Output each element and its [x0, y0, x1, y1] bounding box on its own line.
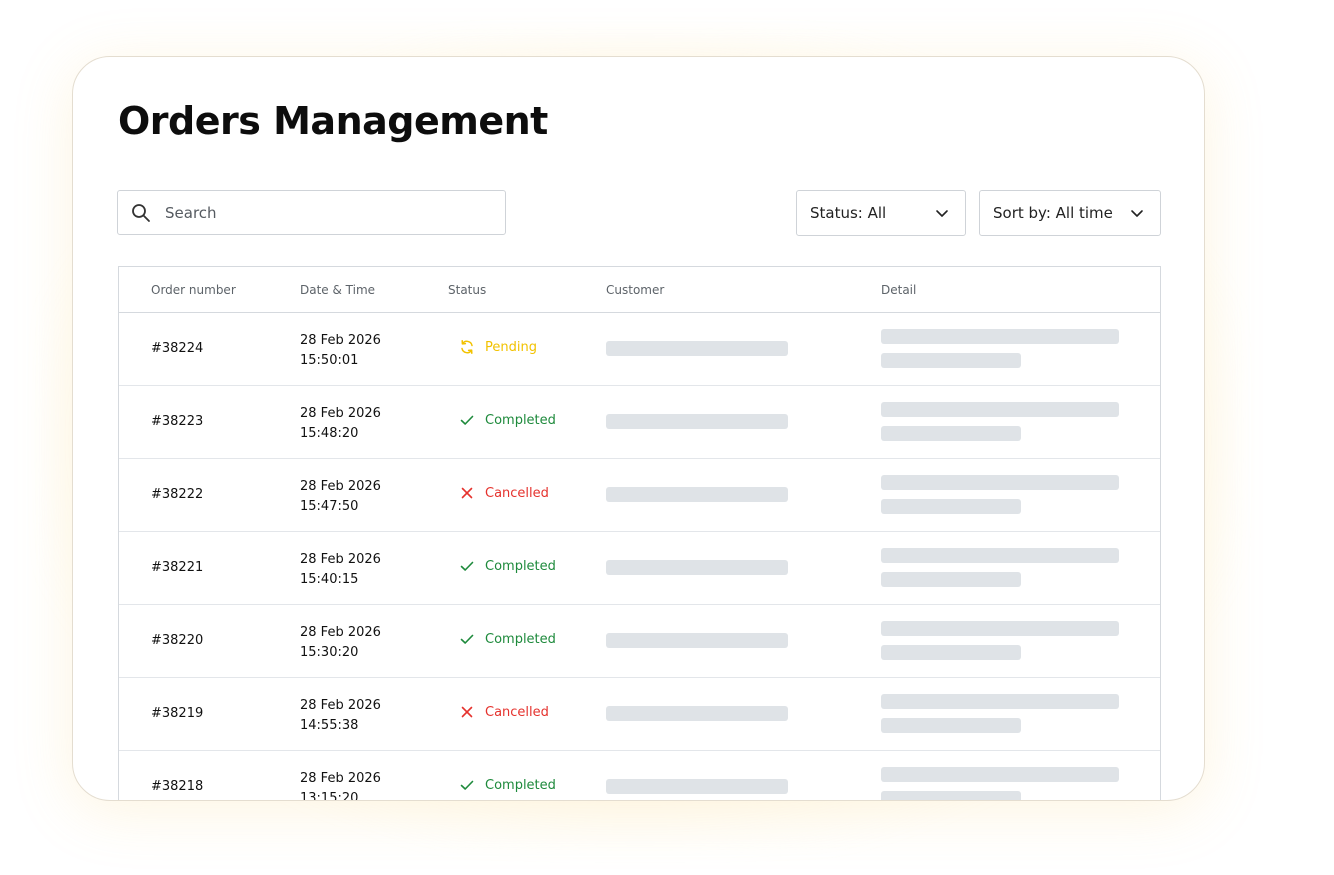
- customer-placeholder: [606, 341, 788, 356]
- customer-placeholder: [606, 633, 788, 648]
- column-header-order-number[interactable]: Order number: [151, 283, 236, 297]
- customer-placeholder: [606, 706, 788, 721]
- status-filter-dropdown[interactable]: Status: All: [796, 190, 966, 236]
- status-badge: Pending: [459, 339, 537, 355]
- order-date: 28 Feb 2026: [300, 698, 381, 713]
- sort-label: Sort by: All time: [993, 204, 1113, 222]
- column-header-detail[interactable]: Detail: [881, 283, 916, 297]
- order-number: #38223: [151, 414, 204, 429]
- detail-placeholder-line: [881, 645, 1021, 660]
- order-date: 28 Feb 2026: [300, 771, 381, 786]
- order-time: 14:55:38: [300, 718, 359, 733]
- status-filter-label: Status: All: [810, 204, 887, 222]
- column-header-customer[interactable]: Customer: [606, 283, 664, 297]
- order-time: 15:30:20: [300, 645, 359, 660]
- status-badge: Completed: [459, 631, 556, 647]
- status-badge: Completed: [459, 777, 556, 793]
- page: Orders Management Status: All Sort by: A…: [0, 0, 1334, 875]
- status-label: Completed: [485, 558, 556, 574]
- check-icon: [459, 777, 475, 793]
- column-header-date-time[interactable]: Date & Time: [300, 283, 375, 297]
- status-badge: Completed: [459, 412, 556, 428]
- order-time: 15:47:50: [300, 499, 359, 514]
- order-date: 28 Feb 2026: [300, 406, 381, 421]
- order-datetime: 28 Feb 2026 15:30:20: [300, 623, 381, 663]
- table-row[interactable]: #38222 28 Feb 2026 15:47:50 Cancelled: [119, 459, 1160, 532]
- order-datetime: 28 Feb 2026 14:55:38: [300, 696, 381, 736]
- order-datetime: 28 Feb 2026 15:50:01: [300, 331, 381, 371]
- order-datetime: 28 Feb 2026 15:40:15: [300, 550, 381, 590]
- status-label: Completed: [485, 631, 556, 647]
- customer-placeholder: [606, 414, 788, 429]
- table-row[interactable]: #38218 28 Feb 2026 13:15:20 Completed: [119, 751, 1160, 801]
- order-number: #38221: [151, 560, 204, 575]
- check-icon: [459, 558, 475, 574]
- table-row[interactable]: #38224 28 Feb 2026 15:50:01 Pending: [119, 313, 1160, 386]
- customer-placeholder: [606, 560, 788, 575]
- order-number: #38218: [151, 779, 204, 794]
- orders-card: Orders Management Status: All Sort by: A…: [72, 56, 1205, 801]
- status-badge: Cancelled: [459, 704, 549, 720]
- search-icon: [131, 203, 151, 223]
- order-date: 28 Feb 2026: [300, 625, 381, 640]
- close-icon: [459, 704, 475, 720]
- search-input[interactable]: [163, 202, 467, 223]
- order-number: #38224: [151, 341, 204, 356]
- detail-placeholder-line: [881, 694, 1119, 709]
- detail-placeholder-line: [881, 791, 1021, 800]
- order-datetime: 28 Feb 2026 13:15:20: [300, 769, 381, 801]
- detail-placeholder-line: [881, 475, 1119, 490]
- customer-placeholder: [606, 487, 788, 502]
- table-row[interactable]: #38221 28 Feb 2026 15:40:15 Completed: [119, 532, 1160, 605]
- table-row[interactable]: #38219 28 Feb 2026 14:55:38 Cancelled: [119, 678, 1160, 751]
- detail-placeholder-line: [881, 767, 1119, 782]
- check-icon: [459, 631, 475, 647]
- detail-placeholder-line: [881, 329, 1119, 344]
- status-badge: Cancelled: [459, 485, 549, 501]
- status-label: Completed: [485, 777, 556, 793]
- status-label: Completed: [485, 412, 556, 428]
- orders-table: Order number Date & Time Status Customer…: [118, 266, 1161, 801]
- detail-placeholder-line: [881, 572, 1021, 587]
- sort-dropdown[interactable]: Sort by: All time: [979, 190, 1161, 236]
- status-label: Pending: [485, 339, 537, 355]
- order-time: 15:48:20: [300, 426, 359, 441]
- check-icon: [459, 412, 475, 428]
- order-number: #38220: [151, 633, 204, 648]
- chevron-down-icon: [1130, 206, 1144, 220]
- detail-placeholder-line: [881, 499, 1021, 514]
- status-label: Cancelled: [485, 704, 549, 720]
- order-date: 28 Feb 2026: [300, 333, 381, 348]
- detail-placeholder-line: [881, 426, 1021, 441]
- order-datetime: 28 Feb 2026 15:48:20: [300, 404, 381, 444]
- detail-placeholder-line: [881, 718, 1021, 733]
- search-box[interactable]: [117, 190, 506, 235]
- table-row[interactable]: #38220 28 Feb 2026 15:30:20 Completed: [119, 605, 1160, 678]
- order-time: 13:15:20: [300, 791, 359, 801]
- order-number: #38219: [151, 706, 204, 721]
- close-icon: [459, 485, 475, 501]
- detail-placeholder-line: [881, 548, 1119, 563]
- order-date: 28 Feb 2026: [300, 552, 381, 567]
- status-badge: Completed: [459, 558, 556, 574]
- chevron-down-icon: [935, 206, 949, 220]
- refresh-icon: [459, 339, 475, 355]
- detail-placeholder-line: [881, 402, 1119, 417]
- status-label: Cancelled: [485, 485, 549, 501]
- page-title: Orders Management: [118, 99, 548, 143]
- detail-placeholder-line: [881, 621, 1119, 636]
- order-time: 15:40:15: [300, 572, 359, 587]
- table-row[interactable]: #38223 28 Feb 2026 15:48:20 Completed: [119, 386, 1160, 459]
- column-header-status[interactable]: Status: [448, 283, 486, 297]
- order-number: #38222: [151, 487, 204, 502]
- table-header: Order number Date & Time Status Customer…: [119, 267, 1160, 313]
- order-time: 15:50:01: [300, 353, 359, 368]
- detail-placeholder-line: [881, 353, 1021, 368]
- customer-placeholder: [606, 779, 788, 794]
- order-date: 28 Feb 2026: [300, 479, 381, 494]
- order-datetime: 28 Feb 2026 15:47:50: [300, 477, 381, 517]
